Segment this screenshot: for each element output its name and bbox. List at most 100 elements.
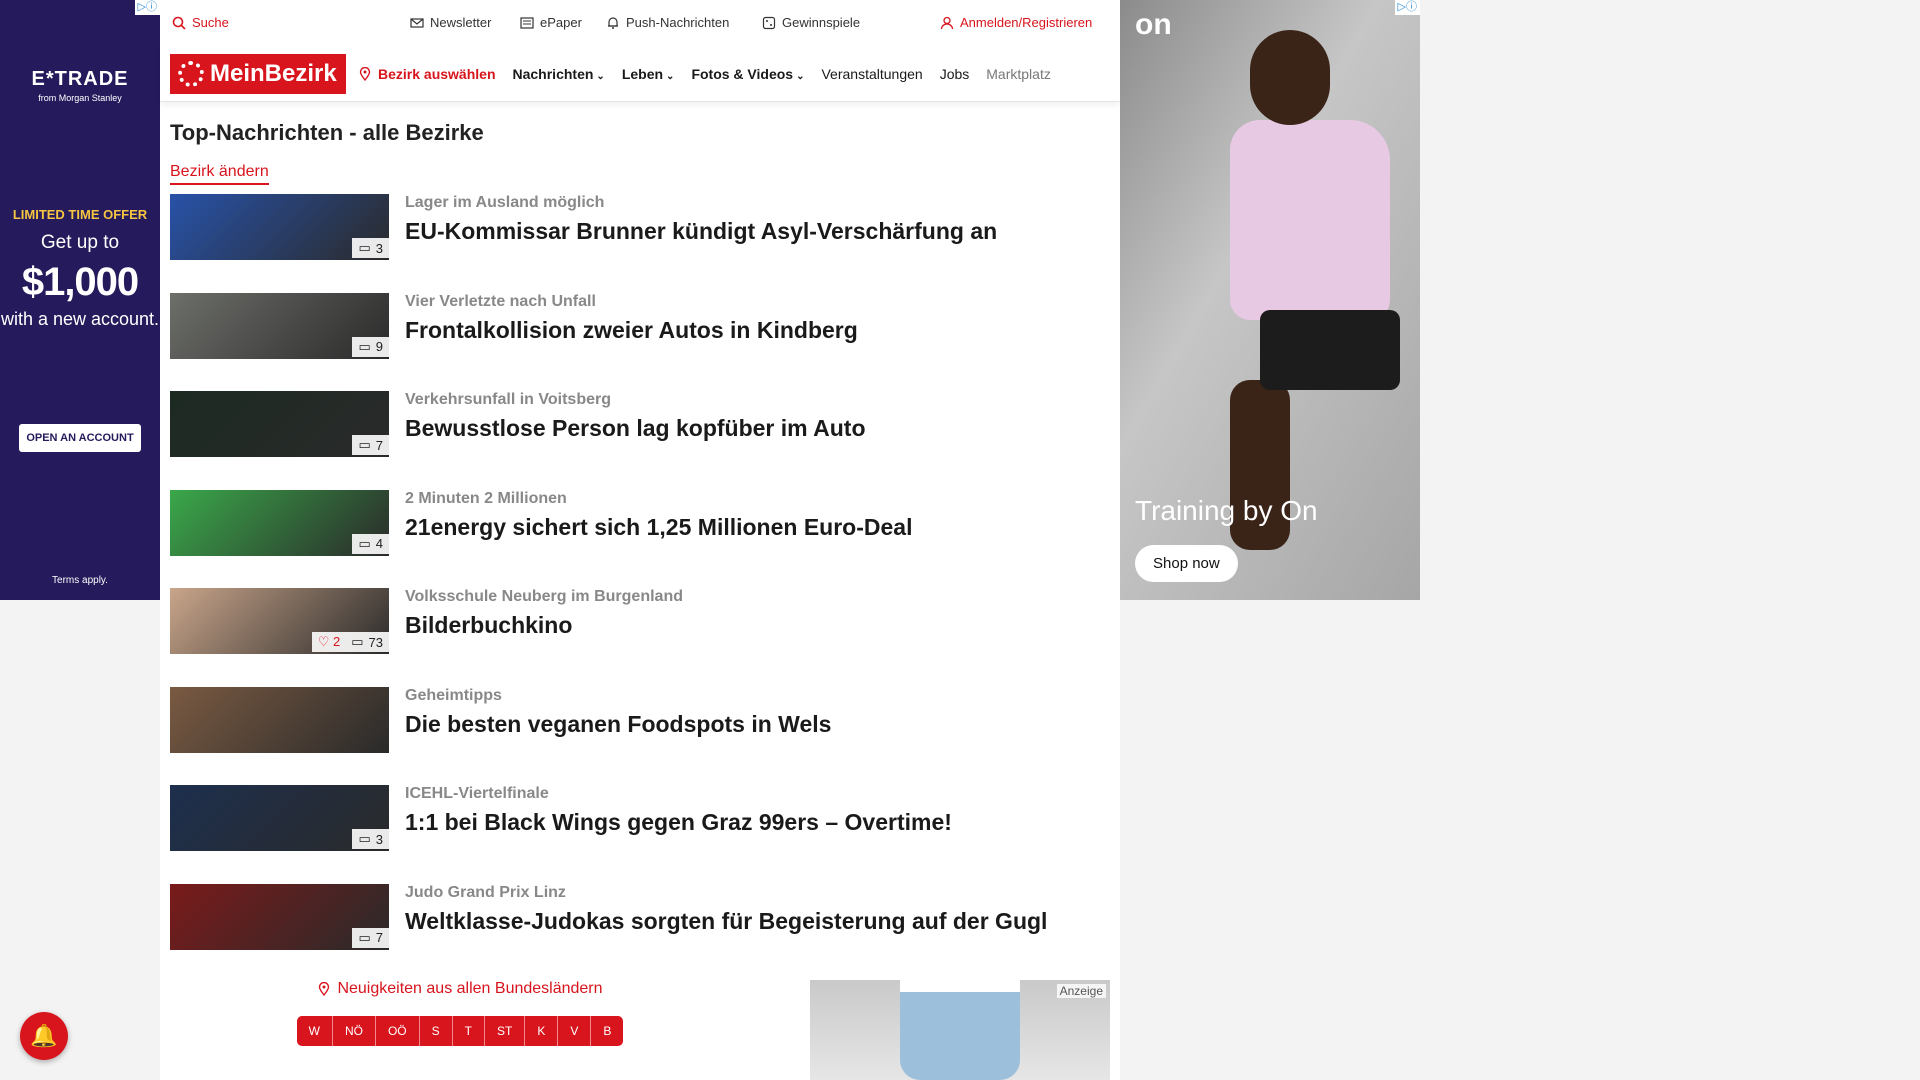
article-item[interactable]: ▭ 7 Verkehrsunfall in Voitsberg Bewusstlo… <box>170 391 1110 490</box>
ad-amount: $1,000 <box>21 260 139 304</box>
chevron-down-icon: ⌄ <box>796 70 805 82</box>
article-item[interactable]: Geheimtipps Die besten veganen Foodspots… <box>170 686 1110 786</box>
shop-now-button[interactable]: Shop now <box>1135 545 1238 582</box>
region-button-ooe[interactable]: OÖ <box>375 1016 420 1046</box>
image-icon: ▭ <box>358 338 371 354</box>
article-item[interactable]: ▭ 3 Lager im Ausland möglich EU-Kommissar… <box>170 194 1110 293</box>
ad-get-up-to: Get up to <box>40 232 120 253</box>
article-kicker: Verkehrsunfall in Voitsberg <box>405 391 611 408</box>
search-label: Suche <box>192 15 229 30</box>
article-kicker: Volksschule Neuberg im Burgenland <box>405 588 683 605</box>
article-headline[interactable]: 1:1 bei Black Wings gegen Graz 99ers – O… <box>405 809 952 836</box>
article-item[interactable]: ▭ 4 2 Minuten 2 Millionen 21energy sicher… <box>170 489 1110 589</box>
brand-name: MeinBezirk <box>210 59 337 87</box>
image-icon: ▭ <box>358 831 371 846</box>
nav-item-veranstaltungen[interactable]: Veranstaltungen <box>821 66 922 82</box>
nav-item-jobs[interactable]: Jobs <box>940 66 970 82</box>
regions-title[interactable]: Neuigkeiten aus allen Bundesländern <box>275 980 645 998</box>
open-account-button[interactable]: OPEN AN ACCOUNT <box>19 424 141 452</box>
login-link[interactable]: Anmelden/Registrieren <box>940 15 1092 30</box>
region-buttons: W NÖ OÖ S T ST K V B <box>275 1016 645 1046</box>
ad-athlete-shorts <box>1260 310 1400 390</box>
brand-logo[interactable]: MeinBezirk <box>170 53 346 94</box>
change-district-link[interactable]: Bezirk ändern <box>170 163 269 185</box>
article-item[interactable]: ▭ 9 Vier Verletzte nach Unfall Frontalkol… <box>170 292 1110 392</box>
main-nav: MeinBezirk Bezirk auswählen Nachrichten ⌄… <box>160 46 1120 102</box>
location-pin-icon <box>359 66 371 81</box>
select-district-button[interactable]: Bezirk auswählen <box>358 66 496 82</box>
article-thumbnail[interactable]: ▭ 7 <box>170 391 389 457</box>
photo-count-badge: ♡ 2 ▭ 73 <box>311 632 389 652</box>
ad-logo-sub: from Morgan Stanley <box>38 93 122 103</box>
ad-on-running[interactable]: ▷ⓘ on Training by On Shop now <box>1120 0 1420 600</box>
article-thumbnail[interactable]: ▭ 4 <box>170 489 389 556</box>
notification-bell-button[interactable]: 🔔 <box>20 1012 68 1060</box>
article-thumbnail[interactable]: ♡ 2 ▭ 73 <box>170 588 389 654</box>
region-button-noe[interactable]: NÖ <box>332 1016 376 1046</box>
article-headline[interactable]: Bewusstlose Person lag kopfüber im Auto <box>405 415 866 442</box>
dice-icon <box>762 16 776 29</box>
article-kicker: 2 Minuten 2 Millionen <box>405 489 567 507</box>
article-item[interactable]: ▭ 7 Judo Grand Prix Linz Weltklasse-Judok… <box>170 883 1110 983</box>
nav-item-marktplatz[interactable]: Marktplatz <box>986 66 1051 82</box>
gewinnspiele-label: Gewinnspiele <box>782 15 861 30</box>
article-headline[interactable]: Frontalkollision zweier Autos in Kindber… <box>405 317 858 344</box>
search-link[interactable]: Suche <box>172 15 229 30</box>
top-bar: Suche Newsletter ePaper Push-Nachrichten… <box>160 0 1120 46</box>
adchoices-icon[interactable]: ▷ⓘ <box>134 0 160 15</box>
adchoices-icon[interactable]: ▷ⓘ <box>1394 0 1420 15</box>
article-thumbnail[interactable]: ▭ 3 <box>170 785 389 851</box>
bell-icon: 🔔 <box>30 1023 58 1048</box>
nav-item-label: Nachrichten <box>512 65 594 82</box>
ad-jeans[interactable]: Anzeige <box>810 980 1110 1080</box>
newsletter-link[interactable]: Newsletter <box>410 15 491 30</box>
chevron-down-icon: ⌄ <box>666 70 675 82</box>
nav-item-fotos-videos[interactable]: Fotos & Videos ⌄ <box>691 66 804 82</box>
page-title: Top-Nachrichten - alle Bezirke <box>170 120 484 145</box>
article-thumbnail[interactable]: ▭ 7 <box>170 883 389 950</box>
image-icon: ▭ <box>358 437 371 452</box>
article-thumbnail[interactable]: ▭ 9 <box>170 292 389 359</box>
article-item[interactable]: ▭ 3 ICEHL-Viertelfinale 1:1 bei Black Win… <box>170 785 1110 884</box>
brand-gear-icon <box>178 60 204 87</box>
photo-count: 3 <box>375 831 383 847</box>
article-thumbnail[interactable]: ▭ 3 <box>170 194 389 260</box>
region-button-w[interactable]: W <box>296 1016 333 1046</box>
region-button-t[interactable]: T <box>452 1016 485 1046</box>
region-button-v[interactable]: V <box>558 1016 592 1046</box>
epaper-link[interactable]: ePaper <box>520 15 582 30</box>
photo-count-badge: ▭ 9 <box>352 336 389 357</box>
article-headline[interactable]: Weltklasse-Judokas sorgten für Begeister… <box>405 908 1047 935</box>
article-headline[interactable]: Die besten veganen Foodspots in Wels <box>405 711 831 738</box>
ad-logo: E*TRADE <box>31 68 129 90</box>
photo-count: 9 <box>375 339 383 354</box>
ad-athlete-head <box>1250 30 1330 125</box>
article-headline[interactable]: 21energy sichert sich 1,25 Millionen Eur… <box>405 514 912 541</box>
nav-item-nachrichten[interactable]: Nachrichten ⌄ <box>513 66 605 82</box>
heart-icon: ♡ 2 <box>317 634 341 649</box>
push-label: Push-Nachrichten <box>626 15 730 30</box>
region-button-st[interactable]: ST <box>484 1016 526 1046</box>
article-item[interactable]: ♡ 2 ▭ 73 Volksschule Neuberg im Burgenland… <box>170 588 1110 687</box>
article-kicker: Judo Grand Prix Linz <box>405 883 566 901</box>
region-button-k[interactable]: K <box>525 1016 559 1046</box>
bell-icon <box>608 16 618 29</box>
article-headline[interactable]: Bilderbuchkino <box>405 612 572 639</box>
region-button-s[interactable]: S <box>419 1016 453 1046</box>
photo-count: 3 <box>375 240 383 256</box>
like-count: 2 <box>333 634 341 649</box>
article-thumbnail[interactable] <box>170 686 389 753</box>
article-headline[interactable]: EU-Kommissar Brunner kündigt Asyl-Versch… <box>405 218 997 245</box>
newsletter-label: Newsletter <box>430 15 492 30</box>
ad-etrade[interactable]: ▷ⓘ E*TRADE from Morgan Stanley LIMITED T… <box>0 0 160 600</box>
push-link[interactable]: Push-Nachrichten <box>606 15 729 30</box>
image-icon: ▭ <box>358 240 371 255</box>
gewinnspiele-link[interactable]: Gewinnspiele <box>762 15 860 30</box>
mail-icon <box>410 17 424 28</box>
article-kicker: Vier Verletzte nach Unfall <box>405 292 596 310</box>
region-button-b[interactable]: B <box>591 1016 624 1046</box>
image-icon: ▭ <box>351 634 364 649</box>
article-kicker: Lager im Ausland möglich <box>405 194 605 211</box>
location-pin-icon <box>319 982 330 996</box>
nav-item-leben[interactable]: Leben ⌄ <box>622 66 675 82</box>
